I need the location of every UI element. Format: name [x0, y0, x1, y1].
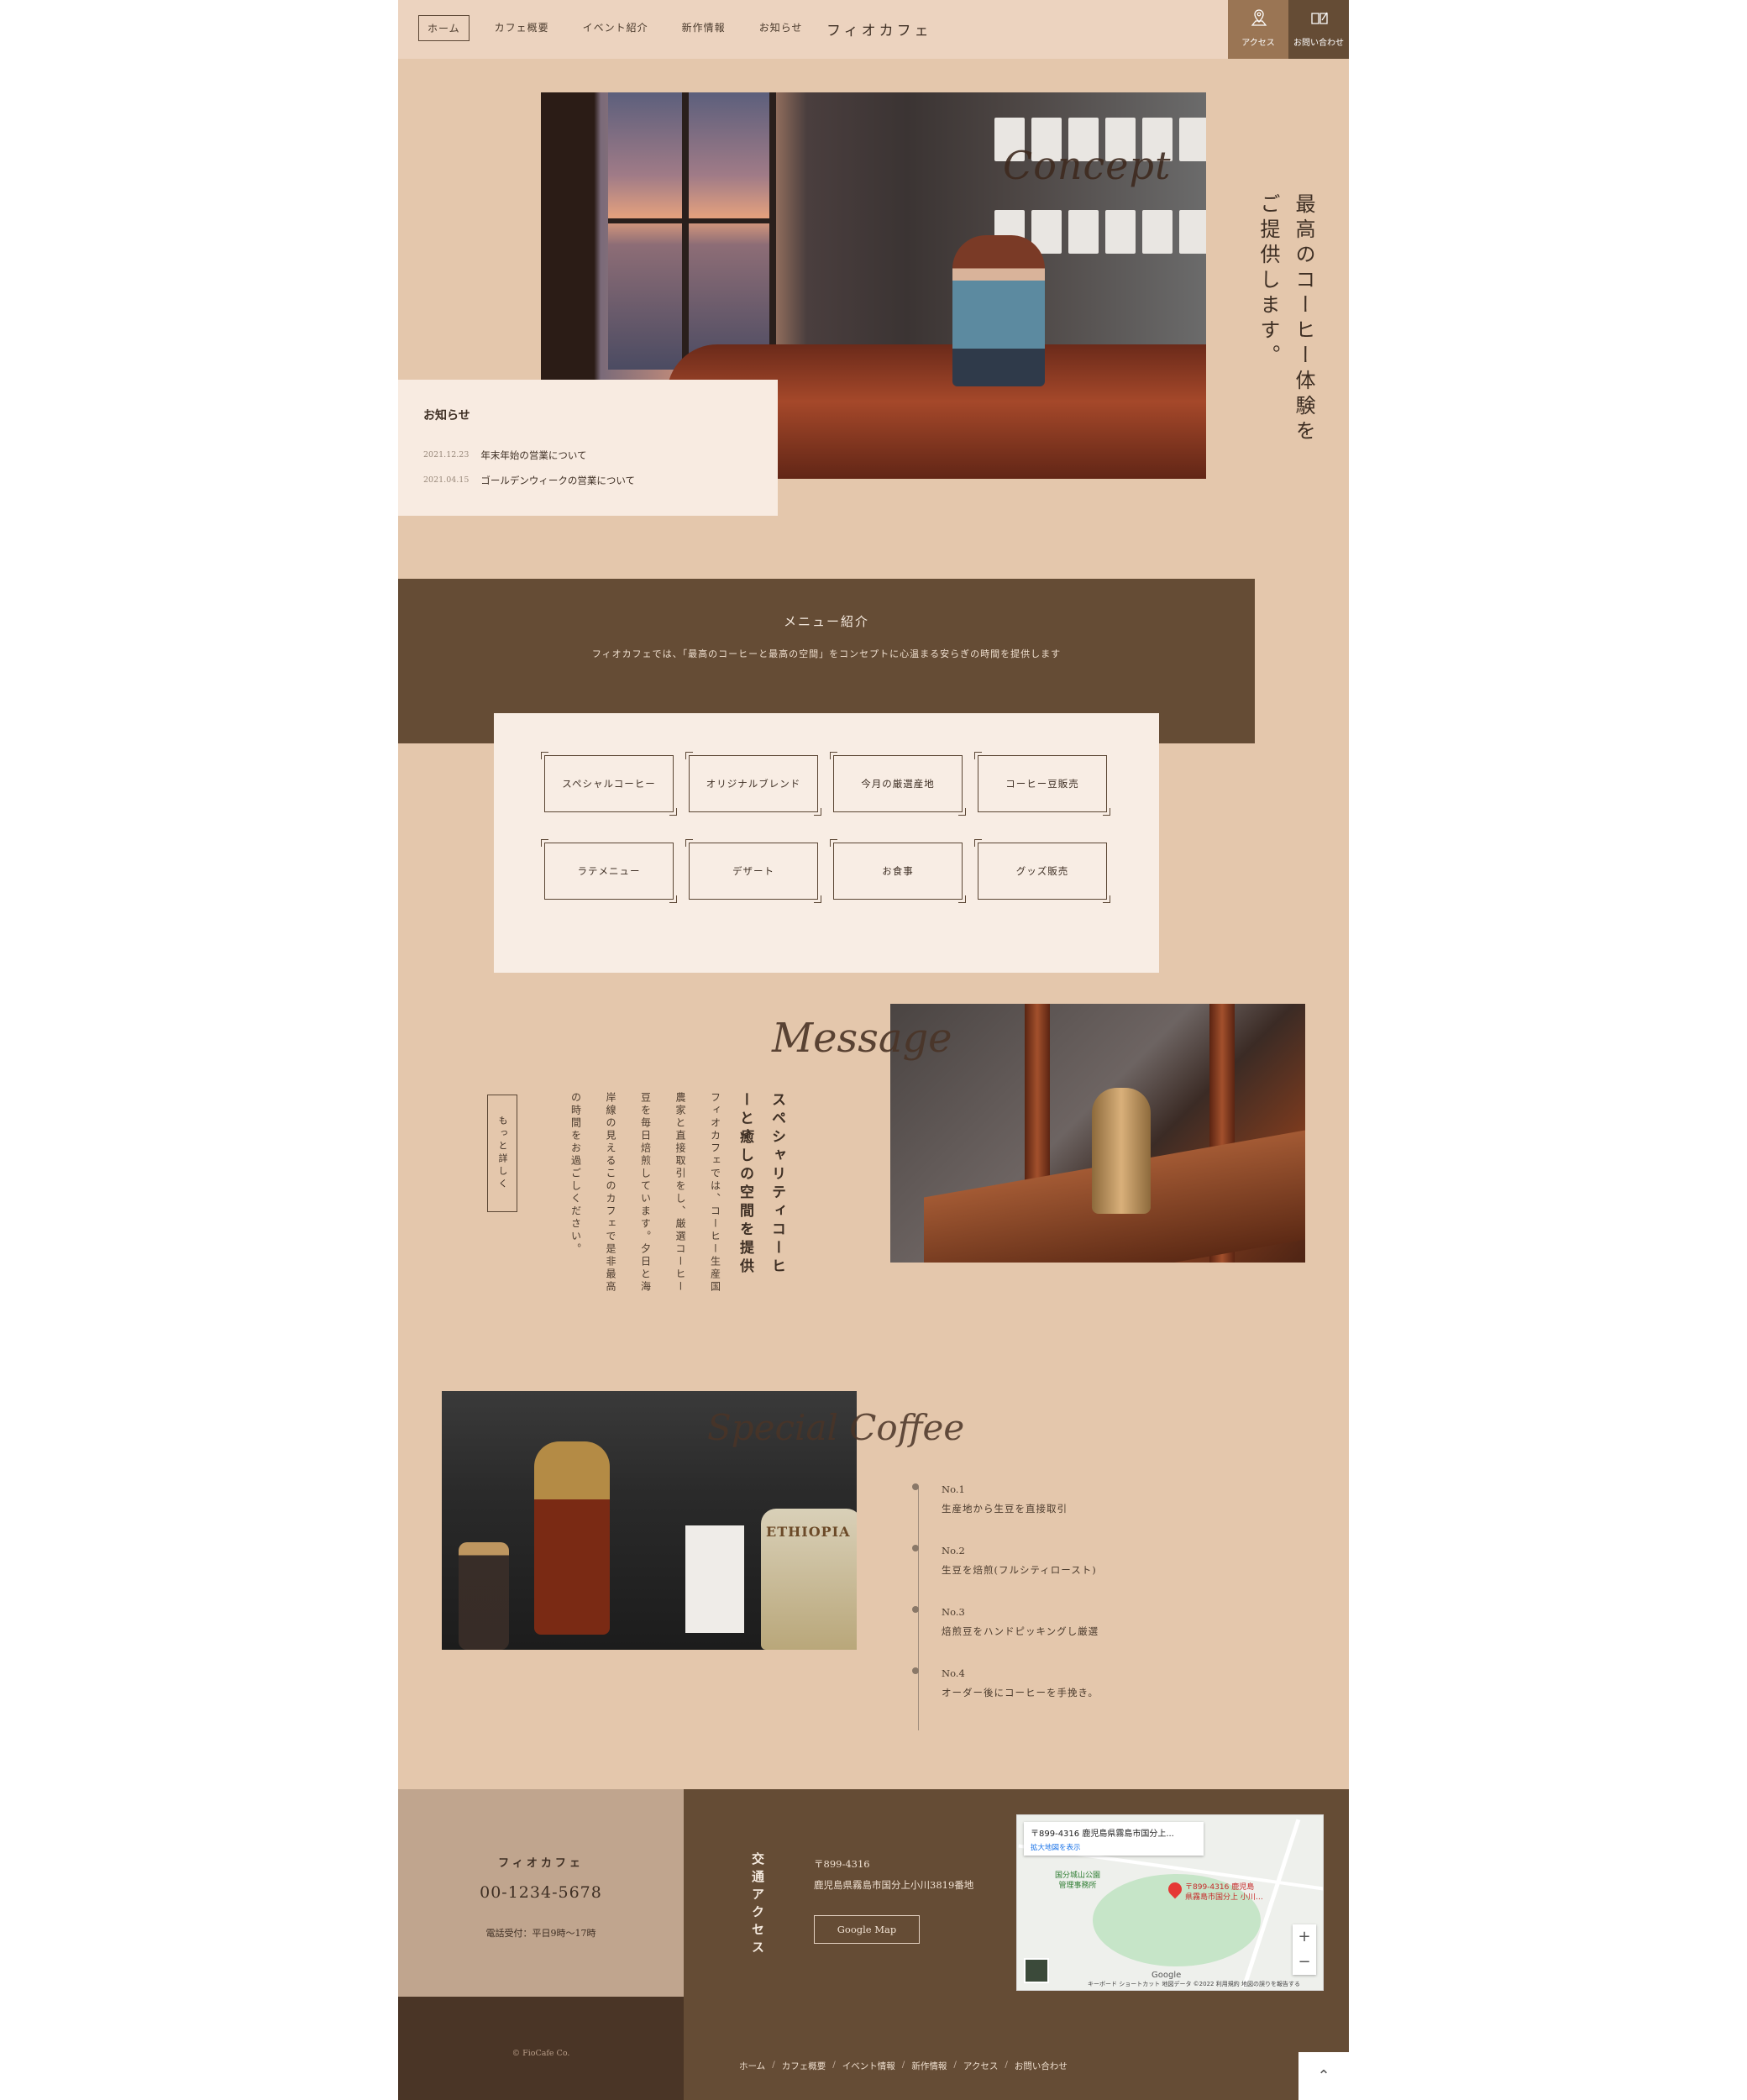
nav-news[interactable]: お知らせ	[751, 15, 811, 41]
map-enlarge-link[interactable]: 拡大地図を表示	[1031, 1842, 1197, 1852]
timeline-dot	[912, 1667, 919, 1674]
step-number: No.3	[942, 1606, 965, 1618]
news-card: お知らせ 2021.12.23 年末年始の営業について 2021.04.15 ゴ…	[398, 380, 778, 516]
footer-link-access[interactable]: アクセス	[963, 2060, 998, 2072]
news-text: ゴールデンウィークの営業について	[480, 475, 636, 486]
footer-cafe-name: フィオカフェ	[498, 1857, 584, 1870]
footer-link-events[interactable]: イベント情報	[842, 2060, 895, 2072]
footer-nav: ホーム / カフェ概要 / イベント情報 / 新作情報 / アクセス / お問い合わせ	[739, 2060, 1068, 2072]
menu-item-goods[interactable]: グッズ販売	[974, 839, 1110, 903]
concept-script-title: Concept	[1003, 143, 1172, 188]
step-text: 生豆を焙煎(フルシティロースト)	[942, 1564, 1097, 1576]
sunset-window	[608, 92, 776, 370]
step-number: No.4	[942, 1667, 965, 1679]
postal-code: 〒899-4316	[814, 1858, 870, 1870]
footer-hours: 電話受付：平日9時〜17時	[485, 1928, 596, 1939]
page: ホーム カフェ概要 イベント紹介 新作情報 お知らせ フィオカフェ アクセス お…	[398, 0, 1349, 2100]
zoom-in-icon[interactable]: +	[1293, 1924, 1316, 1950]
nav-new-items[interactable]: 新作情報	[674, 15, 734, 41]
footer-access: 交通アクセス 〒899-4316 鹿児島県霧島市国分上小川3819番地 Goog…	[684, 1789, 1349, 2100]
timeline-dot	[912, 1483, 919, 1490]
map-zoom-control[interactable]: + −	[1293, 1924, 1316, 1975]
message-script-title: Message	[772, 1015, 952, 1062]
menu-item-dessert[interactable]: デザート	[685, 839, 821, 903]
step-number: No.1	[942, 1483, 965, 1495]
footer-copyright-block: © FioCafe Co.	[398, 1997, 684, 2100]
nav-cafe-overview[interactable]: カフェ概要	[486, 15, 558, 41]
site-header: ホーム カフェ概要 イベント紹介 新作情報 お知らせ フィオカフェ アクセス お…	[398, 0, 1349, 59]
menu-item-meals[interactable]: お食事	[830, 839, 966, 903]
menu-card: スペシャルコーヒー オリジナルブレンド 今月の厳選産地 コーヒー豆販売 ラテメニ…	[494, 713, 1159, 973]
menu-item-original-blend[interactable]: オリジナルブレンド	[685, 752, 821, 816]
message-heading: スペシャリティコーヒーと癒しの空間を提供	[737, 1092, 785, 1277]
footer-link-new-items[interactable]: 新作情報	[911, 2060, 947, 2072]
news-title: お知らせ	[423, 409, 470, 423]
contact-button-label: お問い合わせ	[1293, 39, 1344, 48]
timeline-dot	[912, 1545, 919, 1551]
bean-jar	[459, 1542, 509, 1650]
embedded-map[interactable]: 〒899-4316 鹿児島県霧島市国分上... 拡大地図を表示 国分城山公園 管…	[1016, 1814, 1324, 1991]
main-nav: ホーム カフェ概要 イベント紹介 新作情報 お知らせ	[418, 15, 811, 41]
step-text: オーダー後にコーヒーを手挽き。	[942, 1687, 1099, 1698]
menu-heading: メニュー紹介	[783, 614, 869, 629]
special-step: No.4 オーダー後にコーヒーを手挽き。	[912, 1667, 1164, 1709]
kettle-counter-photo	[890, 1004, 1305, 1263]
special-step: No.2 生豆を焙煎(フルシティロースト)	[912, 1545, 1164, 1587]
coffee-bag-text: ETHIOPIA	[766, 1524, 851, 1540]
map-park-label: 国分城山公園 管理事務所	[1055, 1872, 1101, 1890]
news-text: 年末年始の営業について	[480, 449, 587, 461]
map-info-box: 〒899-4316 鹿児島県霧島市国分上... 拡大地図を表示	[1024, 1822, 1204, 1856]
news-date: 2021.12.23	[423, 450, 470, 459]
access-button-label: アクセス	[1241, 39, 1275, 48]
copyright: © FioCafe Co.	[512, 2049, 570, 2058]
menu-item-latte[interactable]: ラテメニュー	[541, 839, 677, 903]
coffee-box	[685, 1525, 744, 1633]
map-info-title: 〒899-4316 鹿児島県霧島市国分上...	[1031, 1830, 1174, 1839]
chevron-up-icon: ⌃	[1317, 2067, 1330, 2085]
special-step: No.3 焙煎豆をハンドピッキングし厳選	[912, 1606, 1164, 1648]
news-item[interactable]: 2021.04.15 ゴールデンウィークの営業について	[423, 474, 753, 487]
more-details-button[interactable]: もっと詳しく	[487, 1095, 517, 1212]
footer-phone[interactable]: 00-1234-5678	[398, 1883, 684, 1902]
step-text: 焙煎豆をハンドピッキングし厳選	[942, 1625, 1099, 1637]
google-logo: Google	[1152, 1971, 1182, 1980]
menu-grid: スペシャルコーヒー オリジナルブレンド 今月の厳選産地 コーヒー豆販売 ラテメニ…	[541, 752, 1110, 903]
footer-link-home[interactable]: ホーム	[739, 2060, 765, 2072]
book-pen-icon	[1311, 12, 1328, 24]
message-body: フィオカフェでは、コーヒー生産国農家と直接取引をし、厳選コーヒー豆を毎日焙煎して…	[569, 1092, 721, 1294]
address: 鹿児島県霧島市国分上小川3819番地	[814, 1879, 974, 1891]
google-map-button[interactable]: Google Map	[814, 1915, 920, 1944]
nav-events[interactable]: イベント紹介	[574, 15, 657, 41]
coffee-grinder	[534, 1441, 610, 1635]
menu-item-special-coffee[interactable]: スペシャルコーヒー	[541, 752, 677, 816]
site-logo[interactable]: フィオカフェ	[826, 18, 932, 39]
barista-figure	[952, 235, 1045, 386]
footer-contact: フィオカフェ 00-1234-5678 電話受付：平日9時〜17時	[398, 1789, 684, 1997]
concept-tagline: 最高のコーヒー体験をご提供します。	[1256, 193, 1315, 445]
map-attribution: キーボード ショートカット 地図データ ©2022 利用規約 地図の誤りを報告す…	[1088, 1981, 1300, 1987]
footer-link-contact[interactable]: お問い合わせ	[1015, 2060, 1068, 2072]
nav-home[interactable]: ホーム	[418, 15, 470, 41]
contact-button[interactable]: お問い合わせ	[1288, 0, 1349, 59]
access-title: 交通アクセス	[750, 1852, 765, 1958]
step-text: 生産地から生豆を直接取引	[942, 1503, 1068, 1515]
map-pin-label: 〒899-4316 鹿児島 県霧島市国分上 小川…	[1185, 1883, 1263, 1902]
access-button[interactable]: アクセス	[1228, 0, 1288, 59]
footer-link-cafe-overview[interactable]: カフェ概要	[782, 2060, 826, 2072]
kettle	[1092, 1088, 1151, 1214]
special-step: No.1 生産地から生豆を直接取引	[912, 1483, 1164, 1525]
news-date: 2021.04.15	[423, 475, 470, 485]
step-number: No.2	[942, 1545, 965, 1557]
special-coffee-script-title: Special Coffee	[707, 1407, 965, 1448]
coffee-bag: ETHIOPIA	[761, 1509, 857, 1650]
menu-item-featured-origin[interactable]: 今月の厳選産地	[830, 752, 966, 816]
news-item[interactable]: 2021.12.23 年末年始の営業について	[423, 449, 753, 462]
back-to-top-button[interactable]: ⌃	[1298, 2052, 1349, 2100]
menu-subtitle: フィオカフェでは、「最高のコーヒーと最高の空間」をコンセプトに心温まる安らぎの時…	[591, 648, 1062, 659]
timeline-dot	[912, 1606, 919, 1613]
zoom-out-icon[interactable]: −	[1293, 1950, 1316, 1975]
satellite-toggle[interactable]	[1024, 1958, 1049, 1983]
map-pin-icon	[1251, 9, 1267, 26]
menu-item-bean-sales[interactable]: コーヒー豆販売	[974, 752, 1110, 816]
